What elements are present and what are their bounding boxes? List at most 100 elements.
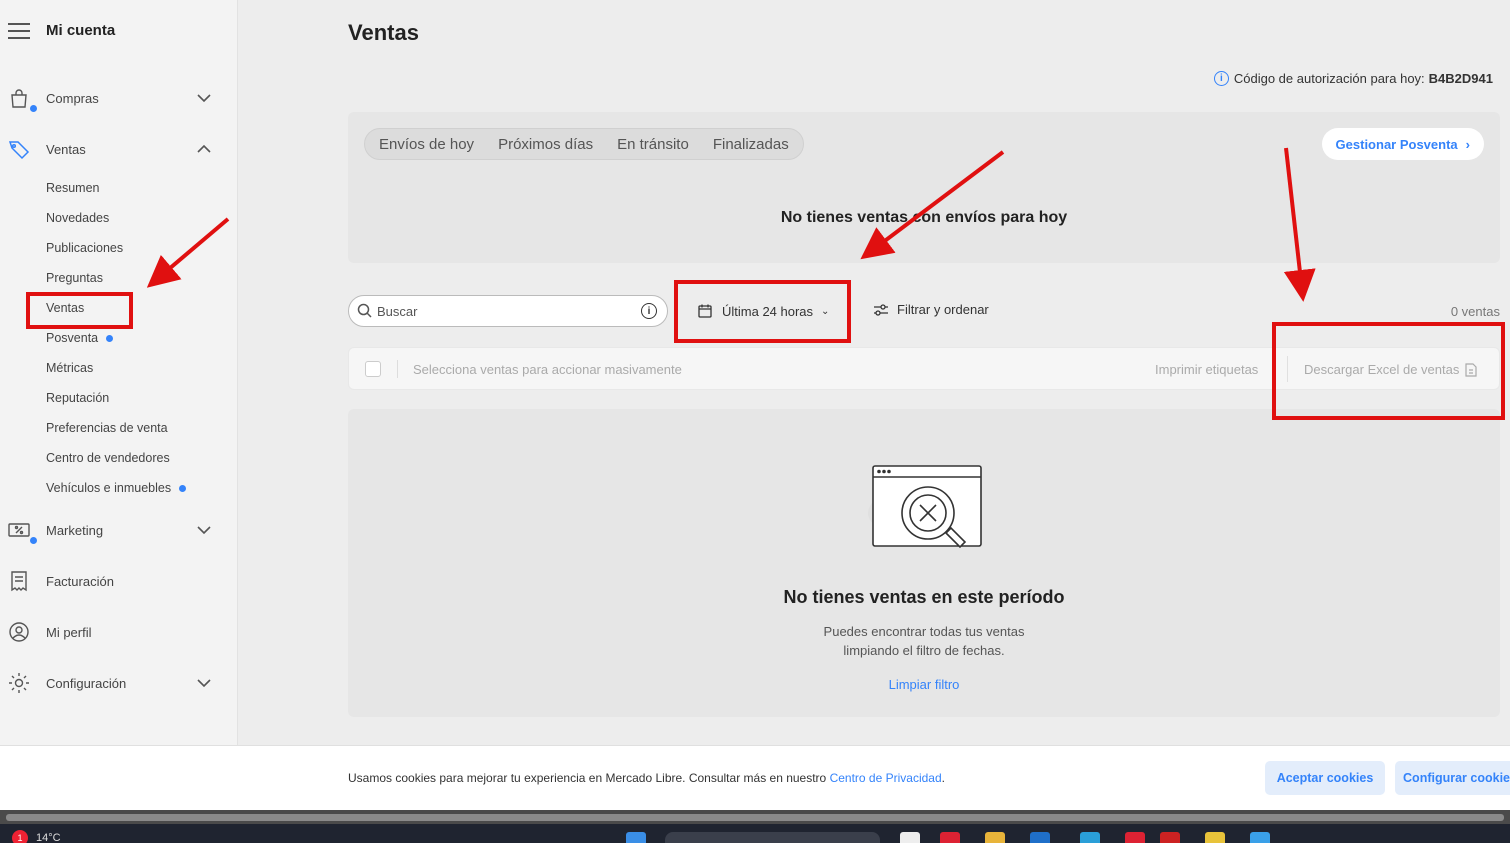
clear-filter-link[interactable]: Limpiar filtro [348,677,1500,692]
print-labels-button[interactable]: Imprimir etiquetas [1155,362,1258,377]
sidebar-item-reputacion[interactable]: Reputación [46,389,109,407]
shopping-bag-icon [8,87,37,112]
privacy-center-link[interactable]: Centro de Privacidad [830,771,942,785]
download-excel-label: Descargar Excel de ventas [1304,362,1460,377]
search-icon [357,303,372,318]
ticket-percent-icon [8,519,37,544]
tab-en-transito[interactable]: En tránsito [617,136,689,153]
bulk-actions-hint: Selecciona ventas para accionar masivame… [413,362,682,377]
chevron-down-icon [196,675,212,691]
configure-cookies-button[interactable]: Configurar cookies [1395,761,1510,795]
sidebar-item-ventas[interactable]: Ventas [46,299,84,317]
accept-cookies-button[interactable]: Aceptar cookies [1265,761,1385,795]
sidebar-section-label: Marketing [46,522,104,538]
sidebar-item-preguntas[interactable]: Preguntas [46,269,103,287]
app-icon[interactable] [1125,832,1145,843]
horizontal-scrollbar[interactable] [0,810,1510,824]
sidebar-section-perfil[interactable]: Mi perfil [0,617,238,647]
start-icon[interactable] [626,832,646,843]
taskbar-search[interactable] [665,832,880,843]
chevron-up-icon [196,141,212,157]
sidebar-item-resumen[interactable]: Resumen [46,179,100,197]
app-icon[interactable] [1160,832,1180,843]
page-title: Ventas [348,20,419,45]
receipt-icon [8,570,30,592]
chevron-down-icon [196,90,212,106]
sidebar-section-label: Mi perfil [46,624,92,640]
bulk-actions-bar: Selecciona ventas para accionar masivame… [348,347,1500,390]
sidebar-item-posventa[interactable]: Posventa [46,329,114,347]
tag-icon [8,138,30,160]
sidebar-section-facturacion[interactable]: Facturación [0,566,238,596]
temperature: 14°C [36,832,61,843]
user-circle-icon [8,621,30,643]
sidebar-item-novedades[interactable]: Novedades [46,209,109,227]
tab-envios-hoy[interactable]: Envíos de hoy [379,136,474,153]
sidebar-item-vehiculos[interactable]: Vehículos e inmuebles [46,479,187,497]
sidebar-section-label: Ventas [46,141,86,157]
menu-icon[interactable] [8,22,30,39]
sidebar-section-ventas[interactable]: Ventas [0,134,238,164]
chevron-down-icon: ⌄ [821,305,830,317]
button-label: Gestionar Posventa [1335,136,1458,152]
sidebar-section-marketing[interactable]: Marketing [0,515,238,545]
authorization-code: i Código de autorización para hoy: B4B2D… [1213,71,1493,86]
cookie-message: Usamos cookies para mejorar tu experienc… [348,771,827,785]
chevron-down-icon [196,522,212,538]
empty-title: No tienes ventas en este período [783,587,1065,607]
gestionar-posventa-button[interactable]: Gestionar Posventa › [1321,128,1484,160]
select-all-checkbox[interactable] [365,361,381,377]
chevron-right-icon: › [1465,136,1470,152]
search-box: i [348,295,668,327]
gear-icon [8,672,30,694]
cookie-text: Usamos cookies para mejorar tu experienc… [348,771,945,785]
search-input[interactable] [377,303,641,319]
tab-proximos-dias[interactable]: Próximos días [498,136,593,153]
date-filter-dropdown[interactable]: Última 24 horas ⌄ [698,300,829,322]
folder-icon[interactable] [985,832,1005,843]
sidebar-section-compras[interactable]: Compras [0,83,238,113]
tab-finalizadas[interactable]: Finalizadas [713,136,789,153]
notification-dot [106,335,114,343]
weather-widget[interactable]: 1 14°C [12,830,61,843]
scrollbar-thumb[interactable] [6,814,1504,821]
sidebar-section-label: Configuración [46,675,127,691]
file-icon [1465,362,1477,377]
filter-sort-label: Filtrar y ordenar [897,302,989,317]
auth-code: B4B2D941 [1428,71,1493,86]
sidebar: Mi cuenta Compras Ventas Resumen Novedad… [0,0,238,745]
cookie-banner: Usamos cookies para mejorar tu experienc… [0,745,1510,810]
app-icon[interactable] [1205,832,1225,843]
notification-dot [179,485,187,493]
no-results-illustration [868,465,982,549]
shipments-card: Envíos de hoy Próximos días En tránsito … [348,112,1500,263]
sidebar-item-label: Posventa [46,331,99,345]
sidebar-title: Mi cuenta [46,22,116,39]
sales-count: 0 ventas [1450,304,1500,319]
divider [1287,356,1288,382]
date-filter-label: Última 24 horas [722,303,814,319]
auth-label: Código de autorización para hoy: [1233,71,1425,86]
info-icon[interactable]: i [641,303,657,319]
sidebar-section-configuracion[interactable]: Configuración [0,668,238,698]
app-icon[interactable] [1250,832,1270,843]
taskbar: 1 14°C [0,824,1510,843]
sidebar-item-metricas[interactable]: Métricas [46,359,93,377]
notification-badge: 1 [12,830,28,843]
app-icon[interactable] [900,832,920,843]
empty-description: Puedes encontrar todas tus ventas limpia… [348,622,1500,660]
sidebar-section-label: Compras [46,90,99,106]
shipment-tabs: Envíos de hoy Próximos días En tránsito … [364,128,804,160]
sidebar-item-label: Vehículos e inmuebles [46,481,172,495]
sidebar-item-preferencias[interactable]: Preferencias de venta [46,419,168,437]
app-icon[interactable] [940,832,960,843]
sidebar-item-publicaciones[interactable]: Publicaciones [46,239,123,257]
download-excel-button[interactable]: Descargar Excel de ventas [1304,362,1477,377]
empty-results-card: No tienes ventas en este período Puedes … [348,409,1500,717]
empty-description-line: limpiando el filtro de fechas. [843,643,1005,658]
app-icon[interactable] [1030,832,1050,843]
empty-description-line: Puedes encontrar todas tus ventas [823,624,1025,639]
sidebar-item-centro-vendedores[interactable]: Centro de vendedores [46,449,170,467]
mail-icon[interactable] [1080,832,1100,843]
filter-sort-button[interactable]: Filtrar y ordenar [873,302,989,317]
